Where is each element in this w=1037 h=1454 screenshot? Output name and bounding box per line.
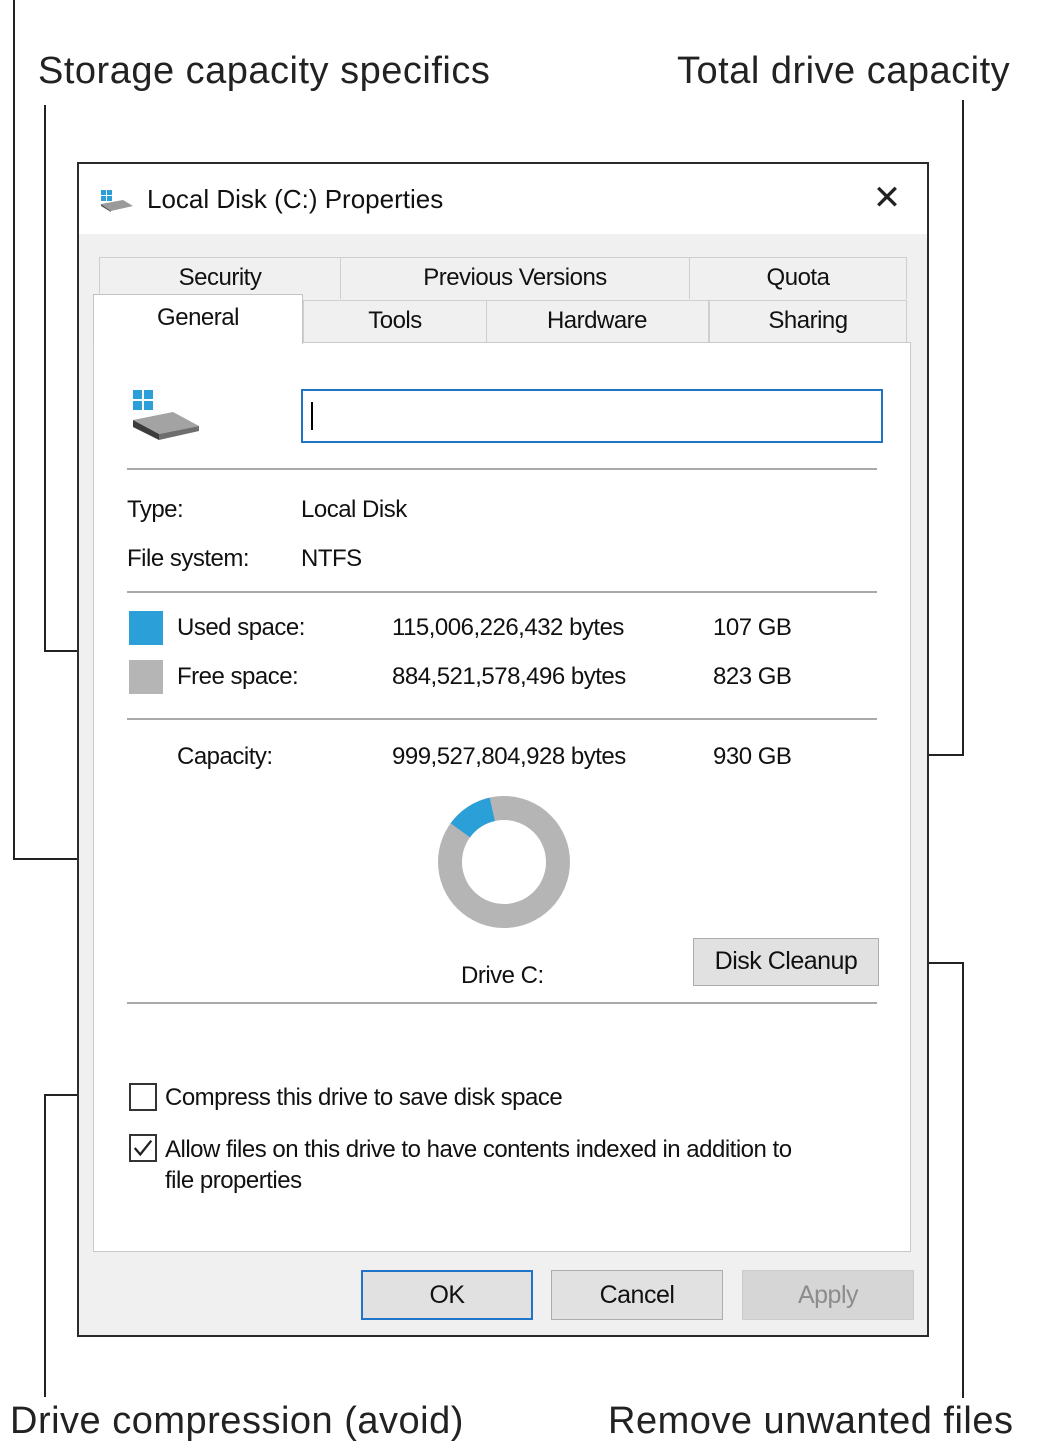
annotation-storage-specifics: Storage capacity specifics [38,50,491,92]
free-space-bytes: 884,521,578,496 bytes [392,663,626,690]
index-label-line2: file properties [165,1167,302,1194]
compress-checkbox[interactable] [129,1083,157,1111]
disk-cleanup-button[interactable]: Disk Cleanup [693,938,879,986]
used-space-label: Used space: [177,614,305,641]
window-title: Local Disk (C:) Properties [147,184,444,214]
index-label-line1: Allow files on this drive to have conten… [165,1136,792,1163]
separator [127,468,877,470]
tab-quota[interactable]: Quota [689,257,907,299]
capacity-bytes: 999,527,804,928 bytes [392,743,626,770]
separator [127,591,877,593]
leader-line-storage [44,105,46,651]
title-bar: Local Disk (C:) Properties ✕ [79,164,927,234]
capacity-size: 930 GB [713,743,792,770]
leader-line-compress [44,1095,46,1397]
free-space-swatch [129,660,163,694]
index-checkbox[interactable] [129,1134,157,1162]
free-space-size: 823 GB [713,663,792,690]
used-space-swatch [129,611,163,645]
tab-hardware[interactable]: Hardware [485,300,709,343]
annotation-drive-compression: Drive compression (avoid) [10,1400,464,1442]
used-space-size: 107 GB [713,614,792,641]
capacity-label: Capacity: [177,743,273,770]
usage-donut-chart [438,796,570,928]
properties-dialog: Local Disk (C:) Properties ✕ Security Pr… [77,162,929,1337]
text-caret [311,402,313,430]
separator [127,1002,877,1004]
drive-name-input[interactable] [301,389,883,443]
annotation-remove-files: Remove unwanted files [608,1400,1014,1442]
apply-button[interactable]: Apply [742,1270,914,1320]
tab-sharing[interactable]: Sharing [709,300,907,343]
windows-drive-icon [133,390,199,440]
tab-previous-versions[interactable]: Previous Versions [340,257,690,299]
free-space-label: Free space: [177,663,299,690]
drive-icon [101,190,133,212]
cancel-button[interactable]: Cancel [551,1270,723,1320]
leader-line-chart [13,0,15,860]
close-button[interactable]: ✕ [865,176,909,220]
checkmark-icon [133,1139,153,1157]
file-system-value: NTFS [301,545,362,572]
type-value: Local Disk [301,496,407,523]
file-system-label: File system: [127,545,250,572]
leader-line-capacity [962,100,964,755]
tab-security[interactable]: Security [99,257,341,299]
leader-line-cleanup [962,962,964,1398]
tab-tools[interactable]: Tools [303,300,487,343]
ok-button[interactable]: OK [361,1270,533,1320]
used-space-bytes: 115,006,226,432 bytes [392,614,624,641]
type-label: Type: [127,496,184,523]
drive-label: Drive C: [461,962,544,989]
annotation-total-capacity: Total drive capacity [677,50,1011,92]
separator [127,718,877,720]
compress-label: Compress this drive to save disk space [165,1084,563,1111]
tab-general[interactable]: General [93,294,303,344]
